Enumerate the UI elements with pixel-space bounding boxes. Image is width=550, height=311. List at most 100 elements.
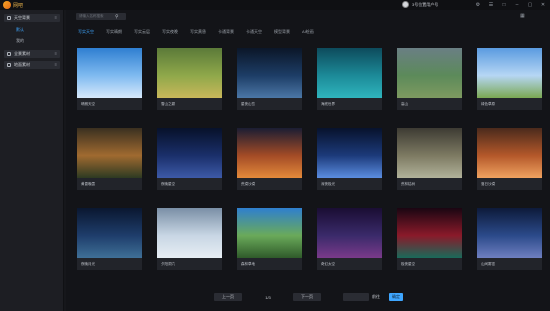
- asset-card[interactable]: 森林草地: [237, 208, 302, 270]
- avatar[interactable]: [402, 1, 409, 8]
- asset-thumbnail[interactable]: [157, 208, 222, 258]
- tab-item[interactable]: 写实天空: [78, 29, 106, 35]
- sidebar-group-label: 全景素材: [14, 51, 30, 56]
- chevron-down-icon: ≡: [54, 15, 57, 20]
- category-tabs: 写实天空 写实晴朗 写实云层 写实夜晚 写实黄昏 卡通背景 卡通天空 模型背景 AI绘画: [78, 29, 330, 35]
- next-page-button[interactable]: 下一页: [293, 293, 321, 301]
- app-logo: [3, 1, 11, 9]
- asset-label: 夜晚月光: [81, 262, 95, 266]
- asset-card[interactable]: 奇幻太空: [317, 208, 382, 270]
- asset-card[interactable]: 夜晚月光: [77, 208, 142, 270]
- tab-item[interactable]: 写实夜晚: [162, 29, 190, 35]
- asset-label: 极夜星空: [401, 262, 415, 266]
- sidebar-item-mine[interactable]: 我的: [16, 38, 24, 44]
- asset-thumbnail[interactable]: [157, 128, 222, 178]
- asset-label: 森林草地: [241, 262, 255, 266]
- asset-card[interactable]: 荒林枯树: [397, 128, 462, 190]
- folder-icon: [7, 16, 11, 20]
- asset-label: 荒漠沙漠: [241, 182, 255, 186]
- asset-card[interactable]: 雪山之巅: [157, 48, 222, 110]
- app-name: 网吧: [13, 3, 24, 9]
- tab-item[interactable]: 卡通天空: [246, 29, 274, 35]
- sidebar-group-panorama[interactable]: 全景素材 ≡: [4, 50, 60, 58]
- asset-card[interactable]: 高山: [397, 48, 462, 110]
- asset-thumbnail[interactable]: [77, 208, 142, 258]
- asset-label: 晴朗天空: [81, 102, 95, 106]
- asset-thumbnail[interactable]: [317, 208, 382, 258]
- asset-thumbnail[interactable]: [77, 48, 142, 98]
- asset-label: 海底世界: [321, 102, 335, 106]
- goto-label: 前往: [372, 294, 380, 299]
- search-icon[interactable]: ⚲: [115, 14, 119, 20]
- tab-item[interactable]: 模型背景: [274, 29, 302, 35]
- page-jump-input[interactable]: [343, 293, 369, 301]
- main-panel: 请输入名称搜索 ⚲ ▦ 写实天空 写实晴朗 写实云层 写实夜晚 写实黄昏 卡通背景 卡通天空…: [66, 10, 550, 311]
- asset-thumbnail[interactable]: [397, 128, 462, 178]
- asset-label: 落日沙漠: [481, 182, 495, 186]
- asset-label: 深夜极光: [321, 182, 335, 186]
- asset-thumbnail[interactable]: [237, 128, 302, 178]
- title-bar: 网吧 3号位置用户号 ⚙ ☰ □ – ▢ ✕: [0, 0, 550, 10]
- asset-card[interactable]: 山间雾霭: [477, 208, 542, 270]
- asset-thumbnail[interactable]: [477, 128, 542, 178]
- asset-thumbnail[interactable]: [237, 48, 302, 98]
- asset-thumbnail[interactable]: [477, 48, 542, 98]
- asset-thumbnail[interactable]: [477, 208, 542, 258]
- sidebar-group-sky[interactable]: 天空背景 ≡: [4, 14, 60, 22]
- sidebar-group-label: 地面素材: [14, 62, 30, 67]
- user-name: 3号位置用户号: [412, 1, 439, 7]
- asset-label: 雪山之巅: [161, 102, 175, 106]
- layout-icon[interactable]: □: [501, 2, 507, 8]
- goto-button[interactable]: 确定: [389, 293, 403, 301]
- window-controls: ⚙ ☰ □ – ▢ ✕: [475, 2, 546, 8]
- asset-card[interactable]: 海底世界: [317, 48, 382, 110]
- folder-icon: [7, 63, 11, 67]
- asset-card[interactable]: 荒漠沙漠: [237, 128, 302, 190]
- maximize-icon[interactable]: ▢: [527, 2, 533, 8]
- asset-card[interactable]: 黄昏晚霞: [77, 128, 142, 190]
- asset-label: 高山: [401, 102, 408, 106]
- asset-card[interactable]: 夜晚星空: [157, 128, 222, 190]
- minimize-icon[interactable]: –: [514, 2, 520, 8]
- asset-thumbnail[interactable]: [317, 48, 382, 98]
- settings-icon[interactable]: ⚙: [475, 2, 481, 8]
- collapse-icon[interactable]: ▦: [520, 13, 525, 19]
- asset-label: 奇幻太空: [321, 262, 335, 266]
- tab-item[interactable]: 卡通背景: [218, 29, 246, 35]
- asset-card[interactable]: 绿色草原: [477, 48, 542, 110]
- asset-card[interactable]: 夕阳洞穴: [157, 208, 222, 270]
- asset-thumbnail[interactable]: [397, 48, 462, 98]
- asset-card[interactable]: 极夜星空: [397, 208, 462, 270]
- asset-thumbnail[interactable]: [77, 128, 142, 178]
- chevron-down-icon: ≡: [54, 62, 57, 67]
- sidebar: 天空背景 ≡ 默认 我的 全景素材 ≡ 地面素材 ≡: [0, 10, 64, 311]
- tab-item[interactable]: 写实黄昏: [190, 29, 218, 35]
- asset-card[interactable]: 星夜山峦: [237, 48, 302, 110]
- asset-label: 绿色草原: [481, 102, 495, 106]
- folder-icon: [7, 52, 11, 56]
- page-indicator: 1/3: [265, 294, 271, 300]
- tab-item[interactable]: 写实晴朗: [106, 29, 134, 35]
- asset-thumbnail[interactable]: [237, 208, 302, 258]
- asset-thumbnail[interactable]: [157, 48, 222, 98]
- chevron-down-icon: ≡: [54, 51, 57, 56]
- tab-item[interactable]: 写实云层: [134, 29, 162, 35]
- menu-icon[interactable]: ☰: [488, 2, 494, 8]
- asset-card[interactable]: 落日沙漠: [477, 128, 542, 190]
- asset-label: 荒林枯树: [401, 182, 415, 186]
- close-icon[interactable]: ✕: [540, 2, 546, 8]
- prev-page-button[interactable]: 上一页: [214, 293, 242, 301]
- asset-label: 黄昏晚霞: [81, 182, 95, 186]
- asset-thumbnail[interactable]: [317, 128, 382, 178]
- asset-label: 星夜山峦: [241, 102, 255, 106]
- asset-label: 山间雾霭: [481, 262, 495, 266]
- asset-thumbnail[interactable]: [397, 208, 462, 258]
- sidebar-item-default[interactable]: 默认: [16, 27, 24, 33]
- asset-label: 夕阳洞穴: [161, 262, 175, 266]
- asset-card[interactable]: 深夜极光: [317, 128, 382, 190]
- asset-card[interactable]: 晴朗天空: [77, 48, 142, 110]
- user-area[interactable]: 3号位置用户号: [402, 1, 438, 8]
- sidebar-group-label: 天空背景: [14, 15, 30, 20]
- tab-item[interactable]: AI绘画: [302, 29, 330, 35]
- sidebar-group-ground[interactable]: 地面素材 ≡: [4, 61, 60, 69]
